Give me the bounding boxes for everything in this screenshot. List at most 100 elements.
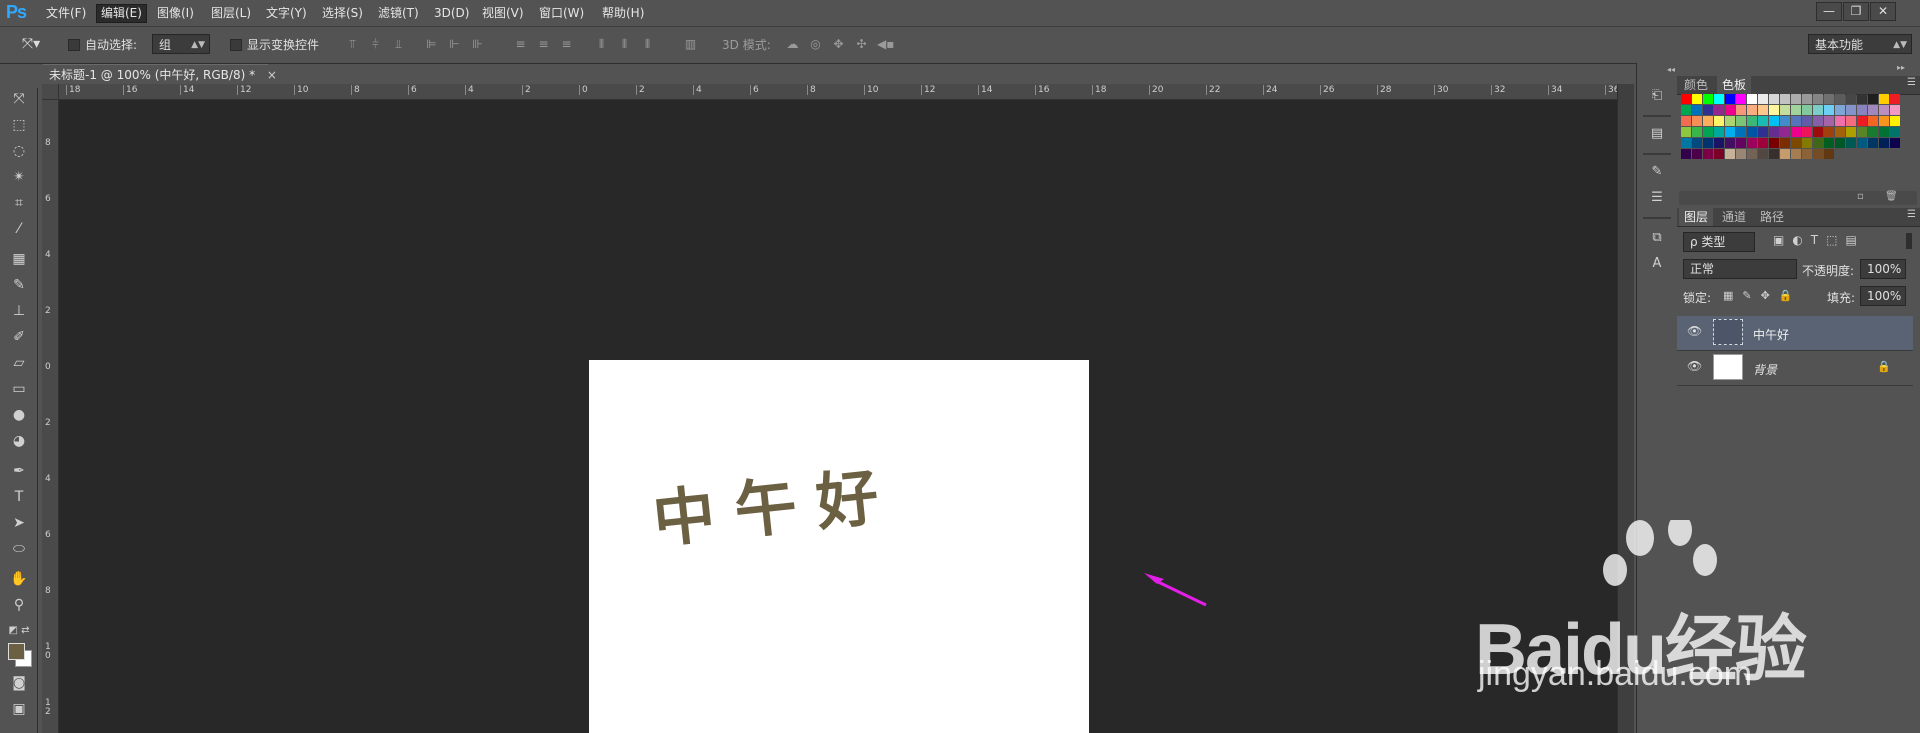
lasso-tool-icon[interactable]: ◌ xyxy=(6,140,32,162)
color-swatch[interactable] xyxy=(1802,149,1812,159)
color-swatch[interactable] xyxy=(1681,116,1691,126)
color-swatch[interactable] xyxy=(1802,138,1812,148)
color-swatch[interactable] xyxy=(1890,94,1900,104)
filter-toggle[interactable] xyxy=(1906,233,1912,249)
color-swatch[interactable] xyxy=(1890,116,1900,126)
color-swatch[interactable] xyxy=(1758,138,1768,148)
align-top-icon[interactable]: ⫪ xyxy=(345,37,360,52)
distribute-top-icon[interactable]: ≡ xyxy=(513,37,528,52)
document-tab[interactable]: 未标题-1 @ 100% (中午好, RGB/8) * × xyxy=(43,64,277,84)
color-swatch[interactable] xyxy=(1758,149,1768,159)
new-swatch-icon[interactable]: ▫ xyxy=(1857,191,1864,202)
move-tool-icon[interactable]: ⤧ xyxy=(6,88,32,110)
align-right-icon[interactable]: ⊪ xyxy=(470,37,485,52)
layer-row-text[interactable]: 👁 中午好 xyxy=(1677,316,1913,351)
color-swatch[interactable] xyxy=(1758,116,1768,126)
adjustments-panel-icon[interactable]: ☰ xyxy=(1644,187,1670,209)
ellipse-tool-icon[interactable]: ⬭ xyxy=(6,538,32,560)
color-swatch[interactable] xyxy=(1813,116,1823,126)
menu-filter[interactable]: 滤镜(T) xyxy=(374,5,423,22)
color-swatch[interactable] xyxy=(1769,138,1779,148)
color-swatch[interactable] xyxy=(1868,127,1878,137)
swap-colors-icon[interactable]: ◩ ⇄ xyxy=(6,620,32,642)
color-swatch[interactable] xyxy=(1846,138,1856,148)
tab-swatches[interactable]: 色板 xyxy=(1717,76,1752,94)
visibility-eye-icon[interactable]: 👁 xyxy=(1687,324,1702,338)
eraser-tool-icon[interactable]: ▱ xyxy=(6,352,32,374)
3d-scale-icon[interactable]: ◀▪ xyxy=(877,37,894,52)
color-swatch[interactable] xyxy=(1681,149,1691,159)
color-swatch[interactable] xyxy=(1857,105,1867,115)
auto-align-icon[interactable]: ▥ xyxy=(683,37,698,52)
color-swatch[interactable] xyxy=(1747,116,1757,126)
menu-edit[interactable]: 编辑(E) xyxy=(96,4,147,23)
color-swatch[interactable] xyxy=(1780,138,1790,148)
swatch-grid[interactable] xyxy=(1681,94,1903,179)
color-swatch[interactable] xyxy=(1791,105,1801,115)
3d-rotate-icon[interactable]: ☁ xyxy=(785,37,800,52)
color-swatch[interactable] xyxy=(1791,127,1801,137)
brush-panel-icon[interactable]: ✎ xyxy=(1644,161,1670,183)
color-swatch[interactable] xyxy=(1714,149,1724,159)
zoom-tool-icon[interactable]: ⚲ xyxy=(6,594,32,616)
color-swatch[interactable] xyxy=(1824,116,1834,126)
color-swatch[interactable] xyxy=(1703,149,1713,159)
3d-roll-icon[interactable]: ◎ xyxy=(808,37,823,52)
color-swatch[interactable] xyxy=(1747,149,1757,159)
color-swatch[interactable] xyxy=(1791,116,1801,126)
character-panel-icon[interactable]: A xyxy=(1644,253,1670,275)
color-swatch[interactable] xyxy=(1780,149,1790,159)
color-swatch[interactable] xyxy=(1780,116,1790,126)
color-swatch[interactable] xyxy=(1769,94,1779,104)
clone-stamp-tool-icon[interactable]: ⊥ xyxy=(6,300,32,322)
color-swatch[interactable] xyxy=(1846,94,1856,104)
clone-source-panel-icon[interactable]: ⧉ xyxy=(1644,227,1670,249)
color-swatch[interactable] xyxy=(1879,94,1889,104)
align-hcenter-icon[interactable]: ⊩ xyxy=(447,37,462,52)
color-swatch[interactable] xyxy=(1747,127,1757,137)
color-swatch[interactable] xyxy=(1813,138,1823,148)
healing-brush-tool-icon[interactable]: ▦ xyxy=(6,248,32,270)
color-swatch[interactable] xyxy=(1725,94,1735,104)
close-button[interactable]: ✕ xyxy=(1870,2,1896,21)
color-swatch[interactable] xyxy=(1692,138,1702,148)
menu-view[interactable]: 视图(V) xyxy=(478,5,528,22)
color-swatch[interactable] xyxy=(1879,138,1889,148)
color-swatch[interactable] xyxy=(1736,138,1746,148)
color-swatch[interactable] xyxy=(1802,94,1812,104)
tab-color[interactable]: 颜色 xyxy=(1679,76,1713,94)
color-swatch[interactable] xyxy=(1780,127,1790,137)
workspace-dropdown[interactable]: 基本功能 ▲▼ xyxy=(1808,34,1912,54)
auto-select-dropdown[interactable]: 组 ▲▼ xyxy=(152,34,210,54)
color-swatch[interactable] xyxy=(1736,116,1746,126)
color-swatch[interactable] xyxy=(1681,94,1691,104)
dodge-tool-icon[interactable]: ◕ xyxy=(6,430,32,452)
color-swatch[interactable] xyxy=(1824,94,1834,104)
color-swatch[interactable] xyxy=(1780,94,1790,104)
color-swatch[interactable] xyxy=(1736,94,1746,104)
color-swatch[interactable] xyxy=(1824,105,1834,115)
panel-menu-icon[interactable]: ☰ xyxy=(1907,77,1916,88)
menu-help[interactable]: 帮助(H) xyxy=(598,5,648,22)
color-swatch[interactable] xyxy=(1835,94,1845,104)
color-swatch[interactable] xyxy=(1703,116,1713,126)
color-swatch[interactable] xyxy=(1846,105,1856,115)
align-bottom-icon[interactable]: ⫫ xyxy=(391,37,406,52)
color-swatch[interactable] xyxy=(1824,138,1834,148)
align-vcenter-icon[interactable]: ⫩ xyxy=(368,37,383,52)
opacity-input[interactable]: 100% xyxy=(1860,259,1906,279)
color-swatch[interactable] xyxy=(1835,127,1845,137)
color-swatch[interactable] xyxy=(1747,105,1757,115)
gradient-tool-icon[interactable]: ▭ xyxy=(6,378,32,400)
color-swatch[interactable] xyxy=(1692,105,1702,115)
color-swatch[interactable] xyxy=(1791,149,1801,159)
color-swatch[interactable] xyxy=(1714,94,1724,104)
color-swatch[interactable] xyxy=(1725,138,1735,148)
visibility-eye-icon[interactable]: 👁 xyxy=(1687,359,1702,373)
color-swatch[interactable] xyxy=(1714,116,1724,126)
color-swatch[interactable] xyxy=(1846,116,1856,126)
color-swatch[interactable] xyxy=(1703,105,1713,115)
color-swatch[interactable] xyxy=(1824,149,1834,159)
foreground-color-swatch[interactable] xyxy=(8,643,25,660)
ruler-origin[interactable] xyxy=(42,84,59,100)
